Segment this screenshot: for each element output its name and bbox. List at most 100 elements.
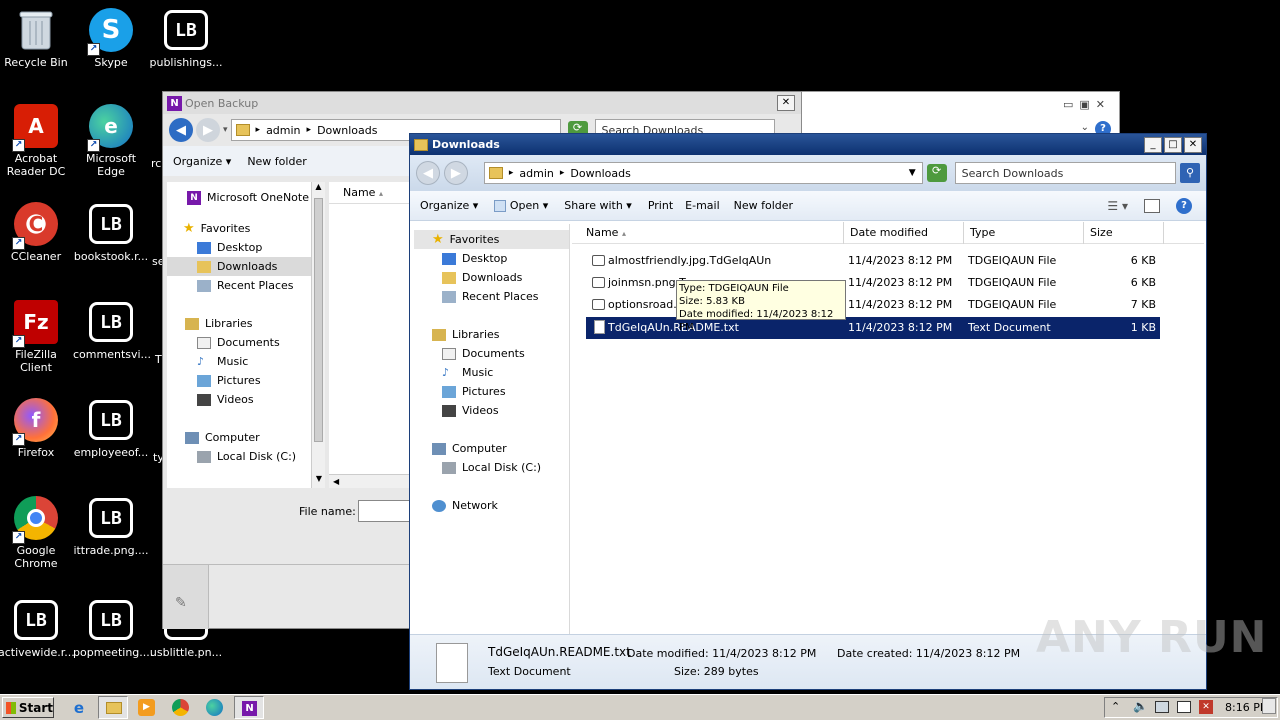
downloads-address-bar[interactable]: ▸ admin ▸ Downloads ▼ <box>483 162 923 184</box>
minimize-button[interactable]: _ <box>1144 136 1162 153</box>
nav-item-local-disk[interactable]: Local Disk (C:) <box>432 458 569 477</box>
new-folder-button[interactable]: New folder <box>734 199 793 212</box>
nav-item-recent-places[interactable]: Recent Places <box>187 276 311 295</box>
organize-button[interactable]: Organize ▾ <box>173 155 231 168</box>
close-button[interactable]: ✕ <box>1184 136 1202 153</box>
refresh-icon[interactable]: ⟳ <box>926 164 947 182</box>
forward-arrow-icon[interactable]: ▶ <box>443 161 468 185</box>
maximize-button[interactable]: □ <box>1164 136 1182 153</box>
desktop-icon-ittrade[interactable]: LB ittrade.png.... <box>73 496 149 557</box>
table-row[interactable]: joinmsn.png.T 11/4/2023 8:12 PM TDGEIQAU… <box>586 272 1160 294</box>
desktop-icon-skype[interactable]: S ↗ Skype <box>73 8 149 69</box>
back-arrow-icon[interactable]: ◀ <box>416 161 440 185</box>
nav-item-downloads[interactable]: Downloads <box>167 257 311 276</box>
column-header-name[interactable]: Name ▴ <box>329 182 409 204</box>
chevron-down-icon[interactable]: ⌄ <box>1081 122 1089 133</box>
ie-icon[interactable]: e <box>70 699 88 717</box>
nav-item-documents[interactable]: Documents <box>432 344 569 363</box>
nav-item-documents[interactable]: Documents <box>187 333 311 352</box>
nav-item-local-disk[interactable]: Local Disk (C:) <box>187 447 311 466</box>
organize-button[interactable]: Organize ▾ <box>420 199 478 212</box>
volume-icon[interactable]: 🔈 <box>1133 699 1148 713</box>
network-tray-icon[interactable] <box>1155 701 1169 713</box>
open-button[interactable]: Open ▾ <box>494 199 548 212</box>
search-icon[interactable]: ⚲ <box>1180 163 1201 183</box>
desktop-icon-firefox[interactable]: f ↗ Firefox <box>0 398 74 459</box>
email-button[interactable]: E-mail <box>685 199 720 212</box>
view-options-icon[interactable]: ☰ ▾ <box>1107 199 1128 213</box>
start-button[interactable]: Start <box>2 697 54 718</box>
table-row-selected[interactable]: TdGeIqAUn.README.txt 11/4/2023 8:12 PM T… <box>586 317 1160 339</box>
nav-item-libraries[interactable]: Libraries <box>185 314 311 333</box>
display-icon[interactable] <box>1177 701 1191 713</box>
desktop-icon-recycle-bin[interactable]: Recycle Bin <box>0 8 74 69</box>
column-header-type[interactable]: Type <box>964 222 1084 244</box>
scroll-down-icon[interactable]: ▼ <box>312 474 326 488</box>
desktop-icon-bookstook[interactable]: LB bookstook.r... <box>73 202 149 263</box>
desktop-icon-label: Recycle Bin <box>4 56 68 69</box>
nav-scrollbar[interactable]: ▲ ▼ <box>311 182 325 488</box>
nav-item-network[interactable]: Network <box>432 496 569 515</box>
nav-item-recent-places[interactable]: Recent Places <box>432 287 569 306</box>
desktop-icon-publishings[interactable]: LB publishings... <box>148 8 224 69</box>
show-desktop-button[interactable] <box>1262 698 1276 714</box>
nav-item-pictures[interactable]: Pictures <box>187 371 311 390</box>
share-with-button[interactable]: Share with ▾ <box>564 199 632 212</box>
close-button[interactable]: ✕ <box>777 95 795 111</box>
nav-item-pictures[interactable]: Pictures <box>432 382 569 401</box>
breadcrumb-admin[interactable]: admin <box>519 167 553 180</box>
forward-arrow-icon[interactable]: ▶ <box>196 118 220 142</box>
nav-item-music[interactable]: ♪ Music <box>187 352 311 371</box>
column-header-size[interactable]: Size <box>1084 222 1164 244</box>
desktop-icon-edge[interactable]: e ↗ Microsoft Edge <box>73 104 149 178</box>
help-icon[interactable]: ? <box>1176 197 1192 214</box>
new-folder-button[interactable]: New folder <box>247 155 306 168</box>
nav-item-onenote[interactable]: N Microsoft OneNote <box>187 188 311 207</box>
downloads-search-input[interactable]: Search Downloads <box>954 162 1177 184</box>
nav-item-desktop[interactable]: Desktop <box>432 249 569 268</box>
nav-item-favorites[interactable]: ★ Favorites <box>183 219 311 238</box>
nav-item-videos[interactable]: Videos <box>187 390 311 409</box>
history-dropdown-icon[interactable]: ▾ <box>223 125 228 135</box>
nav-item-videos[interactable]: Videos <box>432 401 569 420</box>
media-player-icon[interactable]: ▶ <box>138 699 155 716</box>
chrome-taskbar-icon[interactable] <box>172 699 189 716</box>
desktop-icon-activewide[interactable]: LB activewide.r... <box>0 598 75 659</box>
desktop-icon-filezilla[interactable]: Fz ↗ FileZilla Client <box>0 300 74 374</box>
nav-item-computer[interactable]: Computer <box>185 428 311 447</box>
desktop-icon-commentsvi[interactable]: LB commentsvi... <box>73 300 151 361</box>
preview-pane-icon[interactable] <box>1144 198 1160 213</box>
column-header-date-modified[interactable]: Date modified <box>844 222 964 244</box>
maximize-icon[interactable]: ▣ <box>1079 98 1095 111</box>
address-dropdown-icon[interactable]: ▼ <box>909 168 922 178</box>
nav-item-libraries[interactable]: Libraries <box>432 325 569 344</box>
scroll-thumb[interactable] <box>314 198 323 442</box>
desktop-icon-popmeeting[interactable]: LB popmeeting.... <box>73 598 153 659</box>
security-alert-icon[interactable]: ✕ <box>1199 700 1213 714</box>
table-row[interactable]: optionsroad.p 11/4/2023 8:12 PM TDGEIQAU… <box>586 294 1160 316</box>
tray-expand-icon[interactable]: ⌃ <box>1111 700 1120 713</box>
onenote-taskbar-icon[interactable]: N <box>234 696 264 719</box>
nav-item-music[interactable]: ♪ Music <box>432 363 569 382</box>
nav-item-desktop[interactable]: Desktop <box>187 238 311 257</box>
edge-taskbar-icon[interactable] <box>206 699 223 716</box>
close-icon[interactable]: ✕ <box>1096 98 1111 111</box>
minimize-icon[interactable]: ▭ <box>1063 98 1079 111</box>
breadcrumb-downloads[interactable]: Downloads <box>570 167 630 180</box>
nav-item-favorites[interactable]: ★ Favorites <box>414 230 569 249</box>
explorer-taskbar-icon[interactable] <box>98 696 128 719</box>
nav-item-downloads[interactable]: Downloads <box>432 268 569 287</box>
print-button[interactable]: Print <box>648 199 673 212</box>
desktop-icon-employeeof[interactable]: LB employeeof... <box>73 398 149 459</box>
breadcrumb-admin[interactable]: admin <box>266 124 300 137</box>
desktop-icon-ccleaner[interactable]: C ↗ CCleaner <box>0 202 74 263</box>
back-arrow-icon[interactable]: ◀ <box>169 118 193 142</box>
breadcrumb-downloads[interactable]: Downloads <box>317 124 377 137</box>
table-row[interactable]: almostfriendly.jpg.TdGeIqAUn 11/4/2023 8… <box>586 250 1160 272</box>
desktop-icon-acrobat[interactable]: A ↗ Acrobat Reader DC <box>0 104 74 178</box>
desktop-icon-chrome[interactable]: ↗ Google Chrome <box>0 496 74 570</box>
column-header-name[interactable]: Name ▴ <box>580 222 844 244</box>
scroll-up-icon[interactable]: ▲ <box>312 182 325 196</box>
nav-item-computer[interactable]: Computer <box>432 439 569 458</box>
horizontal-scrollbar[interactable]: ◀ <box>329 474 409 488</box>
